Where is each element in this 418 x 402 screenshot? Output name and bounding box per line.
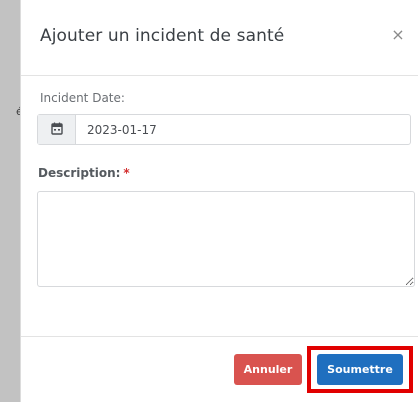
- cancel-button[interactable]: Annuler: [234, 354, 302, 385]
- calendar-icon-graphic: [51, 122, 63, 135]
- add-health-incident-dialog: Ajouter un incident de santé × Incident …: [20, 0, 418, 402]
- description-textarea[interactable]: [37, 191, 415, 287]
- description-label-text: Description:: [38, 166, 121, 180]
- incident-date-label: Incident Date:: [40, 91, 125, 105]
- incident-date-input[interactable]: [76, 115, 410, 144]
- calendar-icon[interactable]: [38, 115, 76, 144]
- submit-button-highlight: Soumettre: [307, 346, 413, 393]
- close-icon[interactable]: ×: [387, 24, 409, 46]
- description-label: Description: *: [38, 166, 130, 180]
- incident-date-field[interactable]: [37, 114, 411, 145]
- dialog-header: Ajouter un incident de santé ×: [21, 0, 418, 76]
- dialog-footer: Annuler Soumettre: [21, 336, 418, 402]
- screen: é Ajouter un incident de santé × Inciden…: [0, 0, 418, 402]
- required-indicator: *: [123, 166, 130, 180]
- submit-button[interactable]: Soumettre: [317, 354, 403, 385]
- dialog-title: Ajouter un incident de santé: [40, 26, 285, 46]
